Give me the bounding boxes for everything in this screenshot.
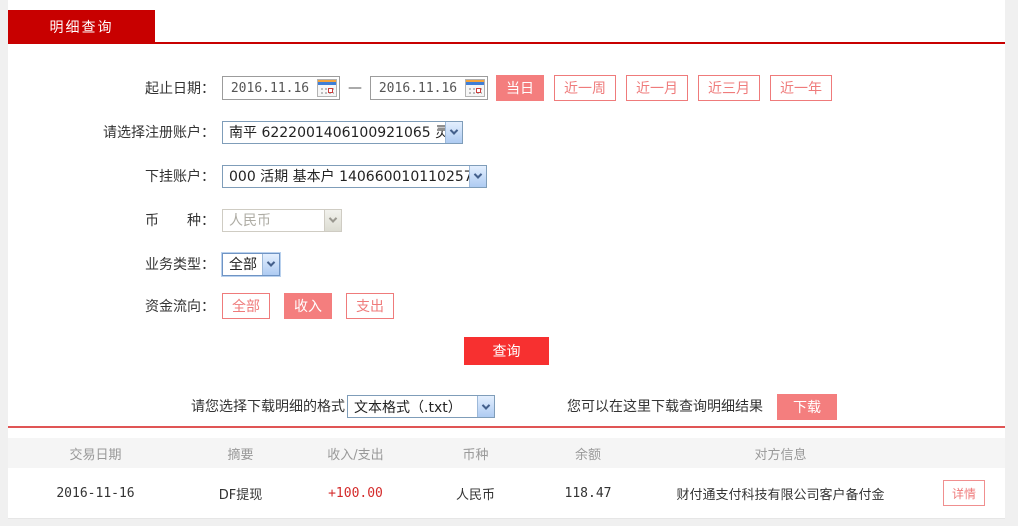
download-row: 请您选择下载明细的格式 文本格式（.txt） 您可以在这里下载查询明细结果 下载 [8,394,1005,420]
quick-range-quarter-button[interactable]: 近三月 [698,75,760,101]
chevron-down-icon[interactable] [469,166,486,187]
col-header-trade-date: 交易日期 [8,444,183,463]
quick-range-today-button[interactable]: 当日 [496,75,544,101]
calendar-icon[interactable] [317,79,337,97]
sub-account-label: 下挂账户： [8,166,215,186]
cell-balance: 118.47 [538,486,638,501]
table-header-row: 交易日期 摘要 收入/支出 币种 余额 对方信息 [8,438,1005,468]
chevron-down-icon[interactable] [262,254,279,275]
tab-label: 明细查询 [50,17,114,37]
register-account-select[interactable]: 南平 6222001406100921065 灵通卡 [222,121,463,144]
currency-select: 人民币 [222,209,342,232]
col-header-summary: 摘要 [183,444,298,463]
fund-flow-income-button[interactable]: 收入 [284,293,332,319]
sub-account-value: 000 活期 基本户 1406600101102571848 [223,166,469,186]
col-header-balance: 余额 [538,444,638,463]
download-format-label: 请您选择下载明细的格式 [8,394,345,420]
business-type-select[interactable]: 全部 [222,253,280,276]
business-type-label: 业务类型： [8,254,215,274]
table-top-divider [8,426,1005,428]
header-divider [8,42,1005,44]
col-header-counterparty: 对方信息 [638,444,923,463]
cell-summary: DF提现 [183,484,298,503]
start-date-value: 2016.11.16 [223,81,317,96]
cell-trade-date: 2016-11-16 [8,486,183,501]
fund-flow-label: 资金流向： [8,296,215,316]
detail-button[interactable]: 详情 [943,480,985,506]
currency-value: 人民币 [223,210,324,230]
quick-range-week-button[interactable]: 近一周 [554,75,616,101]
download-format-select[interactable]: 文本格式（.txt） [347,395,495,418]
quick-range-month-button[interactable]: 近一月 [626,75,688,101]
fund-flow-all-button[interactable]: 全部 [222,293,270,319]
date-separator: — [348,80,362,96]
date-range-label: 起止日期： [8,78,215,98]
register-account-value: 南平 6222001406100921065 灵通卡 [223,122,445,142]
cell-currency: 人民币 [413,484,538,503]
download-format-value: 文本格式（.txt） [348,397,477,417]
cell-amount: +100.00 [298,486,413,501]
main-panel: 明细查询 起止日期： 2016.11.16 — 2016.11.16 当日 近一… [8,0,1005,519]
chevron-down-icon[interactable] [445,122,462,143]
register-account-label: 请选择注册账户： [8,122,215,142]
sub-account-select[interactable]: 000 活期 基本户 1406600101102571848 [222,165,487,188]
tab-detail-query[interactable]: 明细查询 [8,10,155,43]
cell-counterparty: 财付通支付科技有限公司客户备付金 [638,484,923,503]
chevron-down-icon[interactable] [477,396,494,417]
chevron-down-icon [324,210,341,231]
fund-flow-expense-button[interactable]: 支出 [346,293,394,319]
col-header-amount: 收入/支出 [298,444,413,463]
end-date-value: 2016.11.16 [371,81,465,96]
calendar-icon[interactable] [465,79,485,97]
start-date-input[interactable]: 2016.11.16 [222,76,340,100]
quick-range-year-button[interactable]: 近一年 [770,75,832,101]
col-header-currency: 币种 [413,444,538,463]
download-button[interactable]: 下载 [777,394,837,420]
download-hint: 您可以在这里下载查询明细结果 [567,394,763,420]
end-date-input[interactable]: 2016.11.16 [370,76,488,100]
table-row: 2016-11-16 DF提现 +100.00 人民币 118.47 财付通支付… [8,468,1005,519]
query-button[interactable]: 查询 [464,337,549,365]
currency-label: 币 种： [8,210,215,230]
business-type-value: 全部 [223,254,262,274]
